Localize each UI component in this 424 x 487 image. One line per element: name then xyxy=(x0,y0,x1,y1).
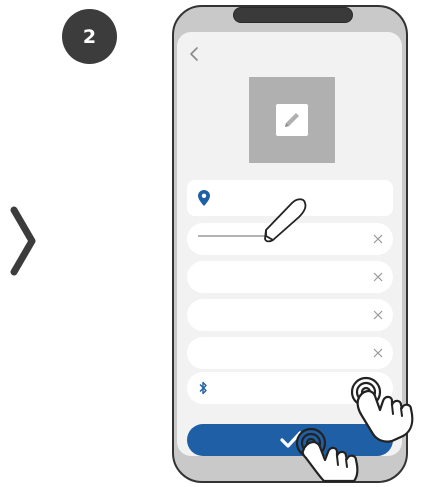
pen-icon xyxy=(264,198,307,243)
gesture-overlay xyxy=(198,198,414,483)
tap-hand-icon xyxy=(295,427,359,483)
tap-hand-icon xyxy=(350,376,414,443)
